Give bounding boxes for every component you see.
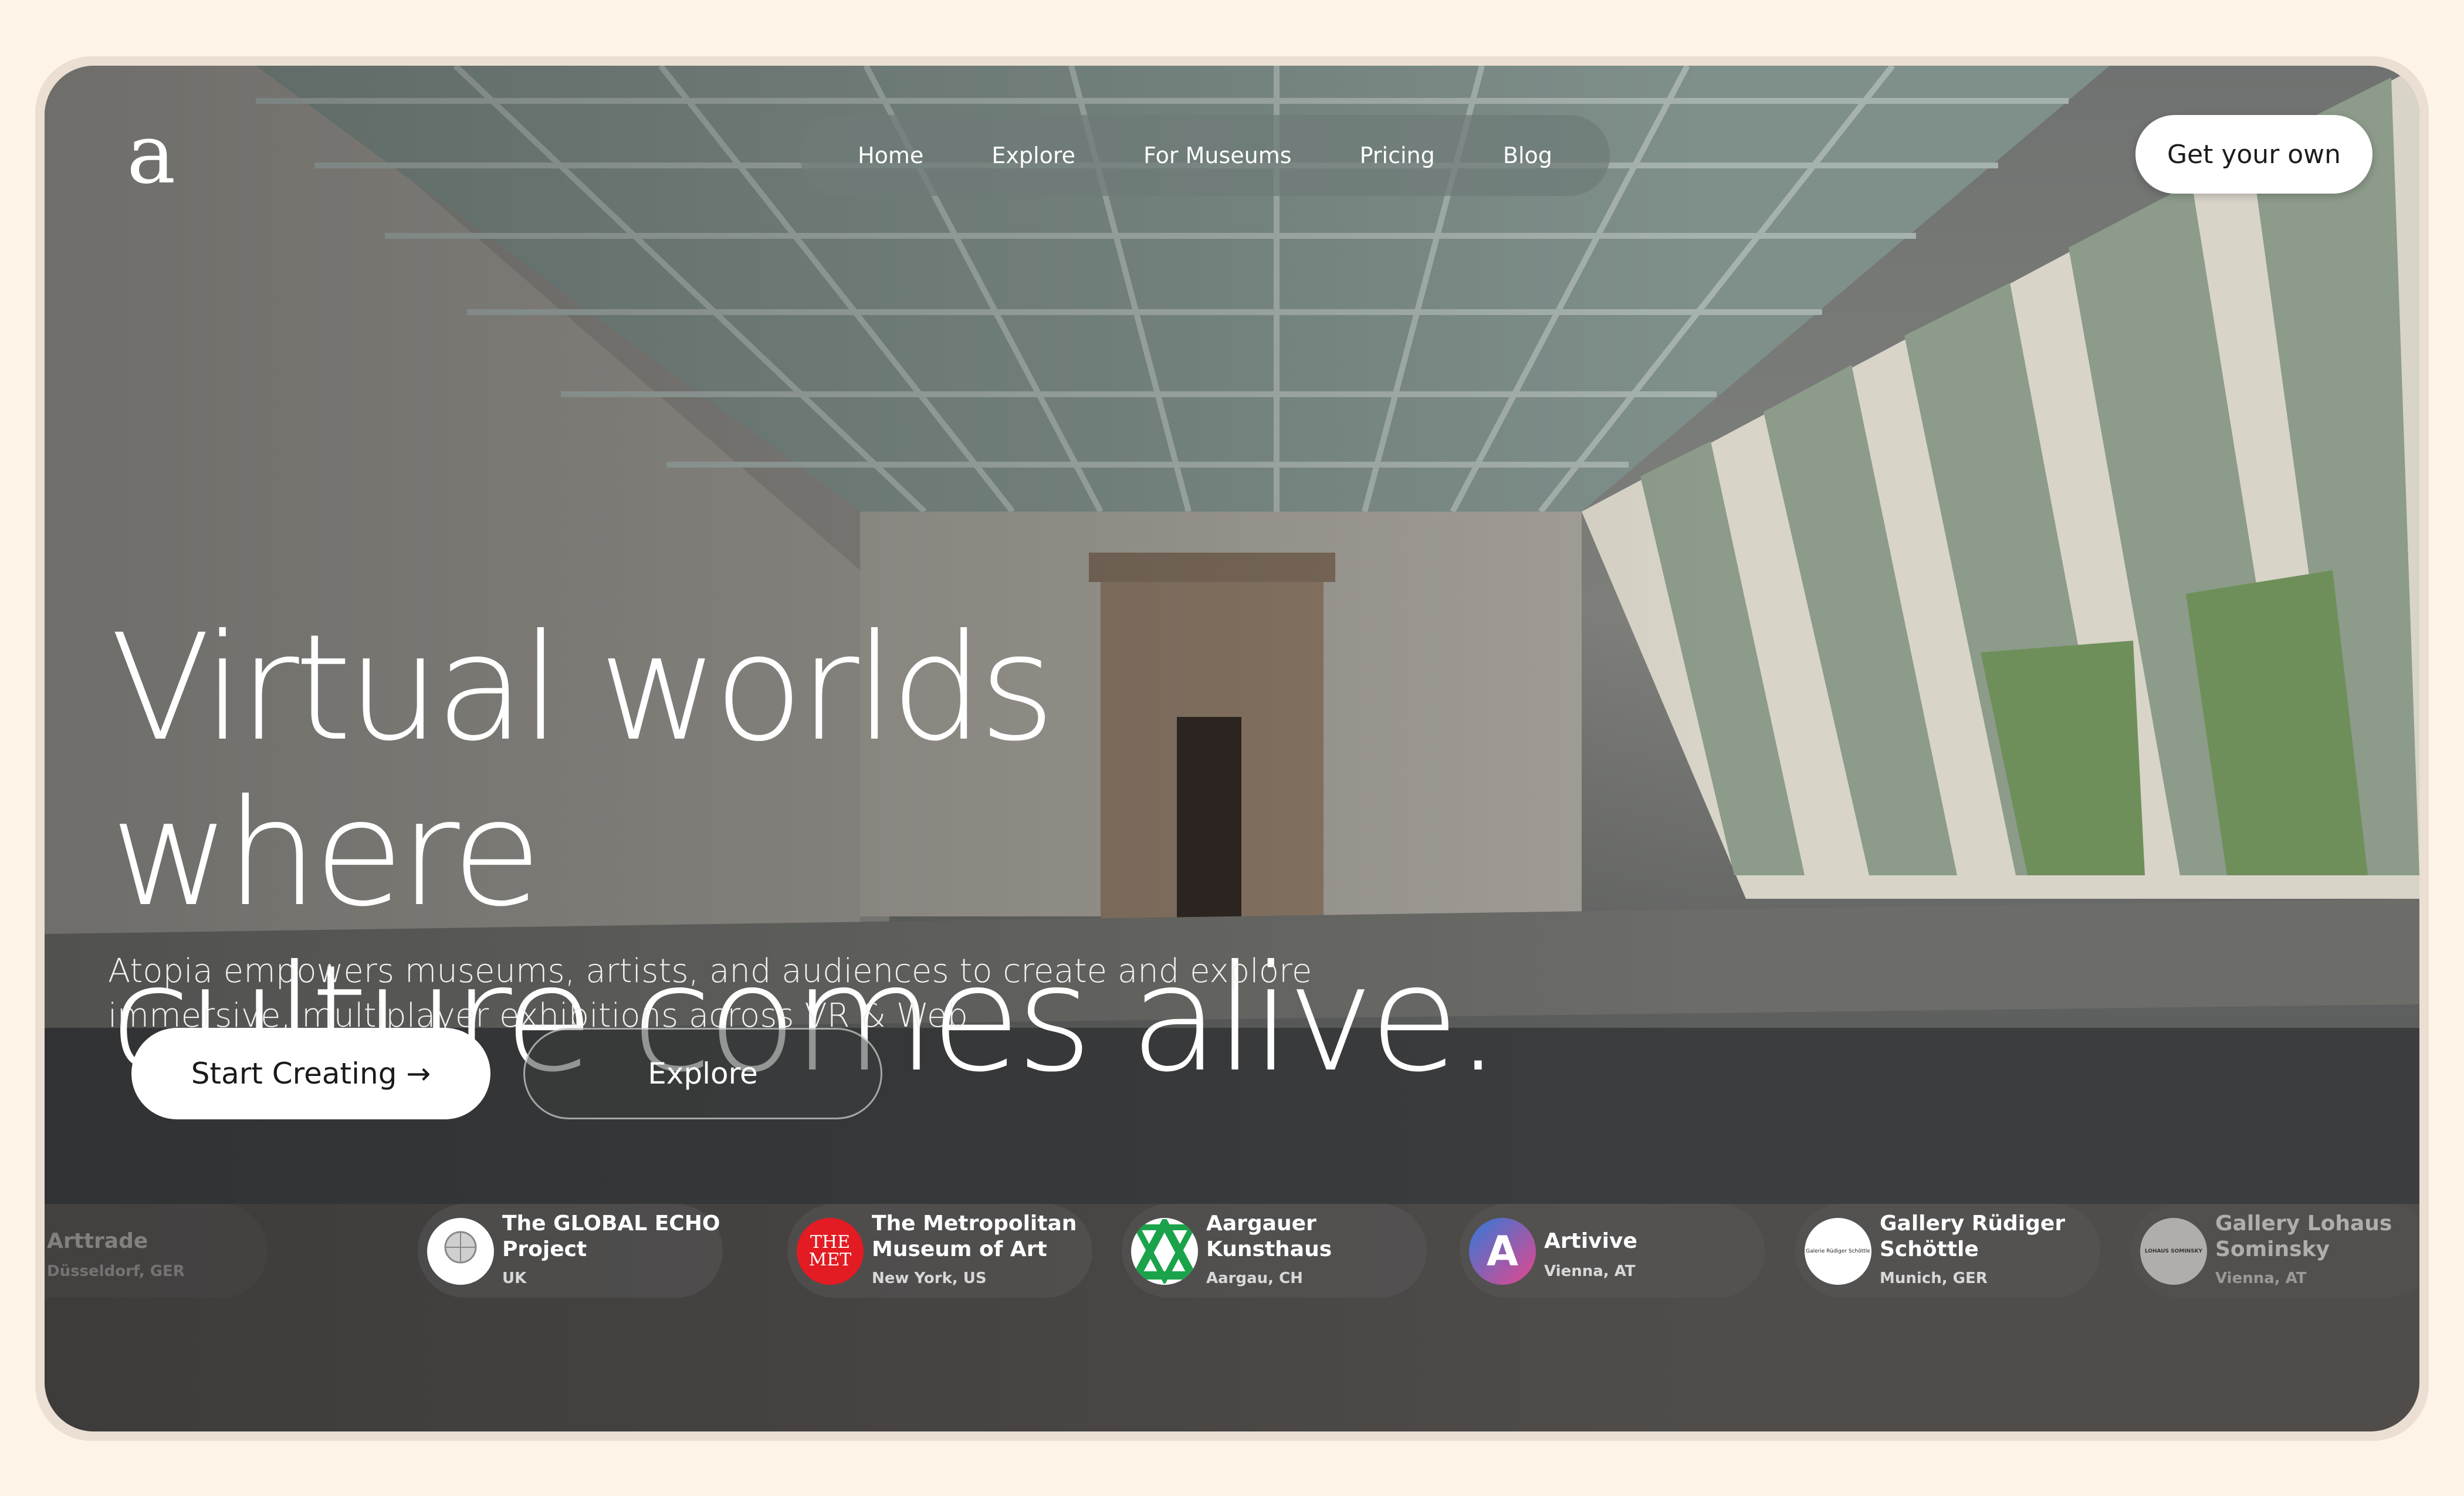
partner-name: The Metropolitan Museum of Art	[872, 1211, 1077, 1261]
nav-explore[interactable]: Explore	[991, 143, 1075, 168]
partner-card-global-echo[interactable]: The GLOBAL ECHO Project UK	[418, 1204, 723, 1298]
partner-carousel: Arttrade Düsseldorf, GER The GLOBAL ECHO…	[45, 1204, 2419, 1345]
partner-card-aargauer-kunsthaus[interactable]: Aargauer Kunsthaus Aargau, CH	[1122, 1204, 1427, 1298]
partner-location: UK	[502, 1270, 527, 1287]
partner-location: Munich, GER	[1880, 1270, 1988, 1287]
lohaus-sominsky-logo-icon: LOHAUS SOMINSKY	[2140, 1218, 2207, 1285]
nav-blog[interactable]: Blog	[1503, 143, 1552, 168]
gallery-schottle-logo-icon: Galerie Rüdiger Schöttle	[1805, 1218, 1871, 1285]
get-your-own-button[interactable]: Get your own	[2135, 115, 2372, 194]
partner-location: Vienna, AT	[1544, 1263, 1636, 1280]
partner-card-arttrade[interactable]: Arttrade Düsseldorf, GER	[45, 1204, 268, 1298]
artivive-logo-icon: A	[1469, 1218, 1536, 1285]
explore-button[interactable]: Explore	[523, 1028, 882, 1119]
partner-name: Gallery Rüdiger Schöttle	[1880, 1211, 2066, 1261]
nav-home[interactable]: Home	[858, 143, 923, 168]
partner-location: Vienna, AT	[2215, 1270, 2307, 1287]
partner-card-the-met[interactable]: THE MET The Metropolitan Museum of Art Ne…	[787, 1204, 1092, 1298]
partner-location: Düsseldorf, GER	[47, 1263, 185, 1280]
partner-name: Aargauer Kunsthaus	[1206, 1211, 1332, 1261]
the-met-logo-icon: THE MET	[797, 1218, 864, 1285]
partner-name: Gallery Lohaus Sominsky	[2215, 1211, 2392, 1261]
hero-subline: Atopia empowers museums, artists, and au…	[108, 949, 1399, 1038]
subline-line-1: Atopia empowers museums, artists, and au…	[108, 952, 1312, 990]
aargauer-kunsthaus-logo-icon	[1131, 1218, 1198, 1285]
partner-card-gallery-rudiger-schottle[interactable]: Galerie Rüdiger Schöttle Gallery Rüdiger…	[1795, 1204, 2100, 1298]
nav-for-museums[interactable]: For Museums	[1143, 143, 1291, 168]
headline-line-1: Virtual worlds where	[110, 603, 1055, 939]
start-creating-button[interactable]: Start Creating →	[131, 1028, 490, 1119]
partner-location: New York, US	[872, 1270, 987, 1287]
partner-name: The GLOBAL ECHO Project	[502, 1211, 720, 1261]
partner-name: Artivive	[1544, 1229, 1637, 1253]
partner-card-gallery-lohaus-sominsky[interactable]: LOHAUS SOMINSKY Gallery Lohaus Sominsky …	[2131, 1204, 2419, 1298]
global-echo-logo-icon	[427, 1218, 494, 1285]
atopia-logo[interactable]: a	[127, 114, 185, 196]
partner-card-artivive[interactable]: A Artivive Vienna, AT	[1460, 1204, 1765, 1298]
hero-section: a Home Explore For Museums Pricing Blog …	[45, 66, 2419, 1431]
main-nav: Home Explore For Museums Pricing Blog	[800, 115, 1610, 196]
hero-frame: a Home Explore For Museums Pricing Blog …	[35, 56, 2429, 1441]
nav-pricing[interactable]: Pricing	[1360, 143, 1435, 168]
partner-name: Arttrade	[47, 1229, 148, 1253]
partner-location: Aargau, CH	[1206, 1270, 1303, 1287]
